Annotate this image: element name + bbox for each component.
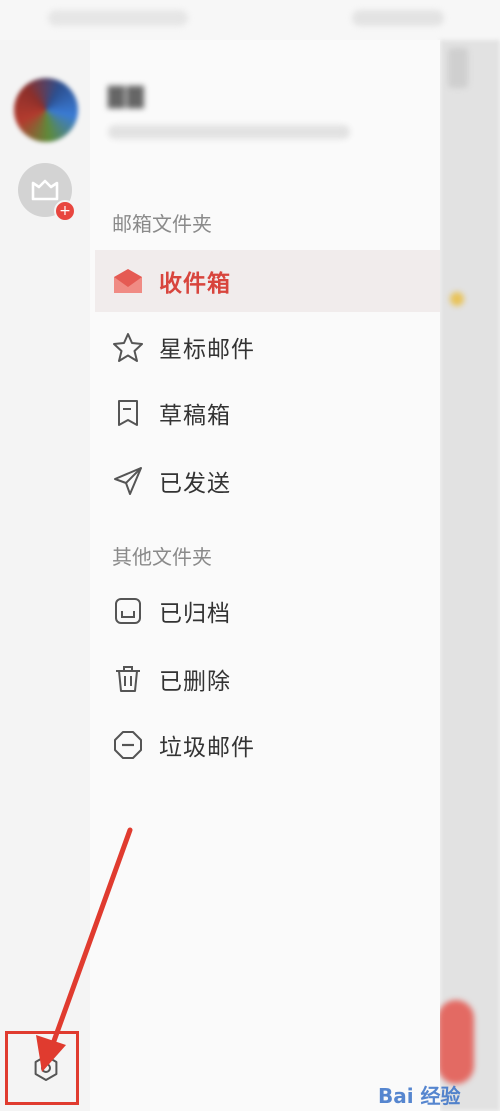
user-email [108,125,350,139]
folder-label: 收件箱 [159,271,231,297]
folder-drafts[interactable]: 草稿箱 [95,382,440,444]
mail-logo-icon [31,179,59,201]
add-badge[interactable]: + [54,200,76,222]
trash-icon [111,662,145,696]
background-compose-button[interactable] [438,1000,474,1084]
folder-deleted[interactable]: 已删除 [95,648,440,710]
inbox-icon [111,264,145,298]
background-menu-icon [448,48,468,88]
folder-label: 已删除 [159,669,231,695]
folder-drawer [90,40,440,1111]
send-icon [111,464,145,498]
folder-sent[interactable]: 已发送 [95,450,440,512]
background-inbox-strip[interactable] [440,40,500,1111]
user-name: ▇▇ [108,84,146,109]
avatar[interactable] [14,78,78,142]
watermark: Bai 经验 [378,1084,461,1108]
spam-icon [111,728,145,762]
folder-label: 垃圾邮件 [159,735,255,761]
folder-label: 已归档 [159,601,231,627]
folder-starred[interactable]: 星标邮件 [95,316,440,378]
screen: + ▇▇ 邮箱文件夹 收件箱 星标邮件 草稿箱 已发送 其他文件夹 已归档 已删… [0,0,500,1111]
status-bar-right [352,10,444,26]
folder-label: 已发送 [159,471,231,497]
folder-archived[interactable]: 已归档 [95,580,440,642]
draft-icon [111,396,145,430]
folder-label: 星标邮件 [159,337,255,363]
mailbox-folders-title: 邮箱文件夹 [112,212,212,236]
folder-label: 草稿箱 [159,403,231,429]
archive-icon [111,594,145,628]
folder-inbox[interactable]: 收件箱 [95,250,440,312]
background-star-indicator [450,292,464,306]
folder-spam[interactable]: 垃圾邮件 [95,714,440,776]
star-icon [111,330,145,364]
other-folders-title: 其他文件夹 [112,545,212,569]
status-bar-left [48,10,188,26]
annotation-highlight-box [5,1031,79,1105]
